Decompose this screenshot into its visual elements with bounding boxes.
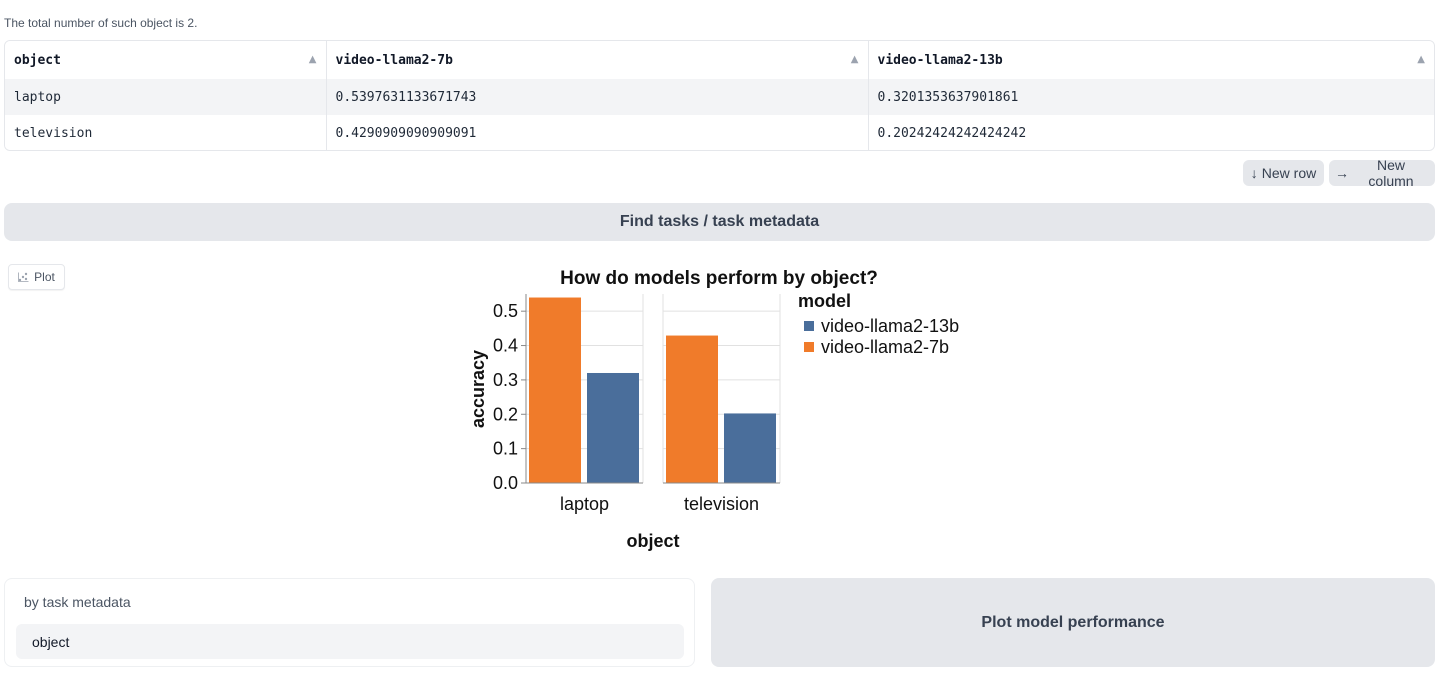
bar-video-llama2-7b-laptop bbox=[529, 297, 581, 483]
new-column-label: New column bbox=[1368, 157, 1414, 189]
table-cell[interactable]: 0.20242424242424242 bbox=[868, 115, 1434, 150]
table-cell[interactable]: laptop bbox=[5, 79, 327, 115]
x-axis-title: object bbox=[626, 531, 679, 551]
new-column-button[interactable]: → New column bbox=[1329, 157, 1435, 189]
y-tick-label: 0.5 bbox=[493, 301, 518, 321]
plot-model-performance-button[interactable]: Plot model performance bbox=[711, 578, 1435, 667]
find-tasks-button[interactable]: Find tasks / task metadata bbox=[4, 203, 1435, 241]
bar-video-llama2-13b-laptop bbox=[587, 372, 639, 483]
new-row-button[interactable]: ↓ New row bbox=[1243, 160, 1324, 186]
sort-arrow-icon[interactable]: ▲ bbox=[1417, 54, 1425, 65]
performance-chart: How do models perform by object? laptop te… bbox=[468, 268, 959, 551]
y-axis-title: accuracy bbox=[468, 350, 488, 428]
table-cell[interactable]: 0.3201353637901861 bbox=[868, 79, 1434, 115]
bar-video-llama2-7b-television bbox=[666, 335, 718, 483]
total-count-text: The total number of such object is 2. bbox=[4, 16, 198, 30]
task-metadata-label: by task metadata bbox=[24, 594, 131, 610]
arrow-down-icon: ↓ bbox=[1250, 165, 1258, 181]
sort-arrow-icon[interactable]: ▲ bbox=[309, 54, 317, 65]
x-tick-label: television bbox=[684, 494, 759, 514]
task-metadata-option-object[interactable]: object bbox=[16, 624, 684, 659]
table-cell[interactable]: television bbox=[5, 115, 327, 150]
y-tick-label: 0.0 bbox=[493, 473, 518, 493]
y-tick-label: 0.3 bbox=[493, 370, 518, 390]
table-row: laptop 0.5397631133671743 0.320135363790… bbox=[5, 79, 1434, 115]
legend-swatch bbox=[804, 321, 814, 331]
column-header-object[interactable]: object ▲ bbox=[5, 41, 327, 79]
y-tick-label: 0.1 bbox=[493, 439, 518, 459]
table-cell[interactable]: 0.5397631133671743 bbox=[326, 79, 869, 115]
scatter-plot-icon bbox=[18, 272, 29, 282]
y-tick-label: 0.2 bbox=[493, 404, 518, 424]
column-header-video-llama2-7b[interactable]: video-llama2-7b ▲ bbox=[326, 41, 869, 79]
legend-title: model bbox=[798, 291, 851, 311]
plot-tab[interactable]: Plot bbox=[8, 264, 65, 290]
task-metadata-panel: by task metadata object bbox=[4, 578, 695, 667]
legend-swatch bbox=[804, 342, 814, 352]
table-cell[interactable]: 0.4290909090909091 bbox=[326, 115, 869, 150]
new-row-label: New row bbox=[1261, 165, 1317, 181]
arrow-right-icon: → bbox=[1335, 165, 1349, 181]
plot-tab-label: Plot bbox=[34, 270, 55, 284]
results-table: object ▲ video-llama2-7b ▲ video-llama2-13… bbox=[4, 40, 1435, 151]
legend-label: video-llama2-13b bbox=[821, 316, 959, 336]
sort-arrow-icon[interactable]: ▲ bbox=[851, 54, 859, 65]
legend-label: video-llama2-7b bbox=[821, 337, 949, 357]
chart-title: How do models perform by object? bbox=[560, 268, 878, 289]
bar-video-llama2-13b-television bbox=[724, 413, 776, 483]
column-header-video-llama2-13b[interactable]: video-llama2-13b ▲ bbox=[868, 41, 1434, 79]
table-row: television 0.4290909090909091 0.20242424… bbox=[5, 115, 1434, 150]
y-tick-label: 0.4 bbox=[493, 336, 518, 356]
x-tick-label: laptop bbox=[560, 494, 609, 514]
